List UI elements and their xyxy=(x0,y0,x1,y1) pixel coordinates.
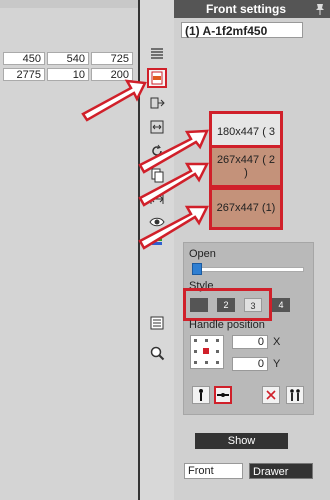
horizontal-handle-icon xyxy=(217,393,229,397)
zoom-button[interactable] xyxy=(147,343,167,363)
table-cell[interactable]: 540 xyxy=(47,52,89,65)
style-button-4[interactable]: 4 xyxy=(272,298,290,312)
size-option-1[interactable]: 267x447 (1) xyxy=(209,187,283,230)
table-cell[interactable]: 10 xyxy=(47,68,89,81)
open-label: Open xyxy=(189,248,216,260)
size-option-label: 180x447 ( 3 xyxy=(216,126,276,138)
move-right-button[interactable] xyxy=(147,93,167,113)
color-bars-icon xyxy=(152,234,162,245)
grid-dot-selected[interactable] xyxy=(203,348,209,354)
rotate-icon xyxy=(152,144,162,156)
move-right-icon xyxy=(150,97,165,109)
y-position-field[interactable]: 0 xyxy=(232,357,268,371)
table-cell[interactable]: 200 xyxy=(91,68,133,81)
rotate-button[interactable] xyxy=(147,141,167,161)
grid-dot[interactable] xyxy=(205,361,208,364)
grid-dot[interactable] xyxy=(194,350,197,353)
eye-icon xyxy=(149,217,165,227)
table-cell[interactable]: 725 xyxy=(91,52,133,65)
handle-position-grid[interactable] xyxy=(190,335,224,369)
close-icon xyxy=(266,390,276,400)
eye-button[interactable] xyxy=(147,212,167,232)
grid-dot[interactable] xyxy=(194,361,197,364)
zoom-icon xyxy=(150,346,165,361)
vertical-handle-icon xyxy=(199,389,203,401)
open-slider-thumb[interactable] xyxy=(192,263,202,275)
copy-icon xyxy=(151,168,164,183)
drawer-button[interactable]: Drawer xyxy=(249,463,313,479)
open-slider-track[interactable] xyxy=(192,267,304,272)
lines-icon xyxy=(150,316,164,330)
front-id-field[interactable]: (1) A-1f2mf450 xyxy=(181,22,303,38)
lines-button[interactable] xyxy=(147,313,167,333)
list-lines-button[interactable] xyxy=(147,44,167,64)
panel-title: Front settings xyxy=(174,0,330,18)
grid-dot[interactable] xyxy=(216,361,219,364)
size-option-label: 267x447 ( 2 ) xyxy=(216,153,276,179)
handle-position-label: Handle position xyxy=(189,319,265,331)
grid-dot[interactable] xyxy=(194,339,197,342)
table-cell[interactable]: 2775 xyxy=(3,68,45,81)
workspace-top-strip xyxy=(0,0,138,8)
copy-button[interactable] xyxy=(147,165,167,185)
double-handle-icon xyxy=(290,389,300,401)
handle-horizontal-button[interactable] xyxy=(214,386,232,404)
stretch-icon xyxy=(150,194,164,204)
pin-icon[interactable] xyxy=(314,3,326,15)
width-arrows-button[interactable] xyxy=(147,117,167,137)
grid-dot[interactable] xyxy=(205,339,208,342)
show-button[interactable]: Show xyxy=(195,433,288,449)
color-bars-button[interactable] xyxy=(147,230,167,250)
x-label: X xyxy=(273,336,281,348)
list-lines-icon xyxy=(151,48,163,59)
x-position-field[interactable]: 0 xyxy=(232,335,268,349)
size-option-2[interactable]: 267x447 ( 2 ) xyxy=(209,145,283,188)
size-option-label: 267x447 (1) xyxy=(216,202,276,214)
front-name-field[interactable]: Front xyxy=(184,463,243,479)
stretch-button[interactable] xyxy=(147,189,167,209)
y-label: Y xyxy=(273,358,281,370)
grid-dot[interactable] xyxy=(216,339,219,342)
width-arrows-icon xyxy=(150,120,164,134)
remove-handle-button[interactable] xyxy=(262,386,280,404)
handle-double-button[interactable] xyxy=(286,386,304,404)
grid-dot[interactable] xyxy=(216,350,219,353)
front-panel-button[interactable] xyxy=(147,68,167,88)
table-cell[interactable]: 450 xyxy=(3,52,45,65)
style-highlight xyxy=(183,288,272,321)
handle-vertical-button[interactable] xyxy=(192,386,210,404)
front-panel-icon xyxy=(151,71,163,85)
